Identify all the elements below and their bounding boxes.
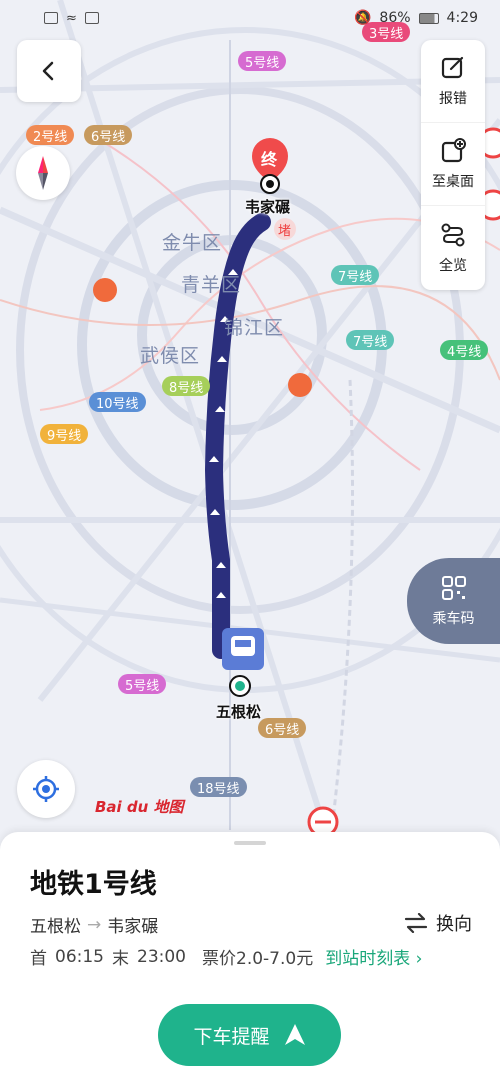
first-train-time: 06:15 <box>55 946 104 967</box>
metro-line-tag: 8号线 <box>162 376 211 396</box>
switch-direction-label: 换向 <box>436 914 472 935</box>
destination-station: 韦家碾 <box>107 917 159 937</box>
last-train-time: 23:00 <box>137 946 186 967</box>
first-train-label: 首 <box>30 949 47 969</box>
metro-line-tag: 9号线 <box>40 424 89 444</box>
compass-icon <box>38 156 48 190</box>
route-direction: 五根松 → 韦家碾 <box>30 912 159 938</box>
compass-button[interactable] <box>16 146 70 200</box>
line-detail-sheet: 地铁1号线 五根松 → 韦家碾 换向 首 06:15 末 23:00 票价2.0… <box>0 832 500 1083</box>
start-station-label[interactable]: 五根松 <box>216 701 261 722</box>
ride-code-label: 乘车码 <box>432 611 475 627</box>
chevron-left-icon <box>42 61 54 81</box>
metro-line-tag: 5号线 <box>118 674 167 694</box>
locate-button[interactable] <box>17 760 75 818</box>
back-button[interactable] <box>17 40 81 102</box>
timetable-label: 到站时刻表 <box>325 949 411 969</box>
fare-info: 票价2.0-7.0元 <box>202 949 314 969</box>
service-info: 首 06:15 末 23:00 票价2.0-7.0元 到站时刻表 › <box>30 944 422 970</box>
metro-line-tag: 7号线 <box>331 265 380 285</box>
district-label: 武侯区 <box>140 345 201 367</box>
swap-icon <box>404 913 428 933</box>
timetable-link[interactable]: 到站时刻表 › <box>325 944 422 969</box>
alight-reminder-label: 下车提醒 <box>193 1025 270 1048</box>
battery-percent: 86% <box>379 10 411 26</box>
district-label: 青羊区 <box>181 274 242 296</box>
congestion-label: 堵 <box>278 224 292 239</box>
battery-icon <box>418 12 439 24</box>
metro-line-tag: 18号线 <box>190 777 247 797</box>
clock: 4:29 <box>446 10 478 26</box>
end-marker-label: 终 <box>261 150 278 169</box>
chevron-right-icon: › <box>415 949 423 969</box>
metro-line-tag: 10号线 <box>89 392 146 412</box>
add-to-desktop-label: 至桌面 <box>432 174 474 190</box>
report-error-label: 报错 <box>439 91 467 107</box>
sheet-drag-handle[interactable] <box>234 841 266 845</box>
metro-line-tag: 6号线 <box>84 125 133 145</box>
ride-code-button[interactable]: 乘车码 <box>407 558 500 644</box>
add-to-desktop-button[interactable]: 至桌面 <box>421 123 485 206</box>
overview-label: 全览 <box>439 257 467 274</box>
notification-icon <box>84 12 99 24</box>
sim-icon <box>44 12 58 24</box>
end-station-label[interactable]: 韦家碾 <box>245 196 290 217</box>
report-error-button[interactable]: 报错 <box>421 40 485 123</box>
metro-line-tag: 6号线 <box>258 718 307 738</box>
arrow-right-icon: → <box>87 914 102 935</box>
qr-code-icon <box>441 576 466 600</box>
navigation-arrow-icon <box>284 1024 305 1045</box>
alight-reminder-button[interactable]: 下车提醒 <box>158 1004 341 1066</box>
metro-line-tag: 5号线 <box>238 51 287 71</box>
route-overview-icon <box>441 223 465 246</box>
add-shortcut-icon <box>441 138 466 163</box>
map-toolbar: 报错 至桌面 全览 <box>421 40 485 290</box>
metro-line-tag: 7号线 <box>346 330 395 350</box>
metro-line-tag: 4号线 <box>440 340 489 360</box>
location-target-icon <box>33 776 59 802</box>
edit-icon <box>441 56 464 79</box>
district-label: 金牛区 <box>162 232 223 254</box>
last-train-label: 末 <box>112 949 129 969</box>
district-label: 锦江区 <box>224 317 285 339</box>
wifi-icon: ≈ <box>66 10 77 26</box>
mute-icon: 🔕 <box>353 10 372 26</box>
switch-direction-button[interactable]: 换向 <box>404 910 472 936</box>
status-bar: ≈ 🔕 86% 4:29 <box>0 0 500 36</box>
origin-station: 五根松 <box>30 917 81 937</box>
baidu-map-logo: Bai du 地图 <box>95 798 184 816</box>
overview-button[interactable]: 全览 <box>421 206 485 289</box>
metro-line-tag: 2号线 <box>26 125 75 145</box>
line-title: 地铁1号线 <box>30 869 157 900</box>
